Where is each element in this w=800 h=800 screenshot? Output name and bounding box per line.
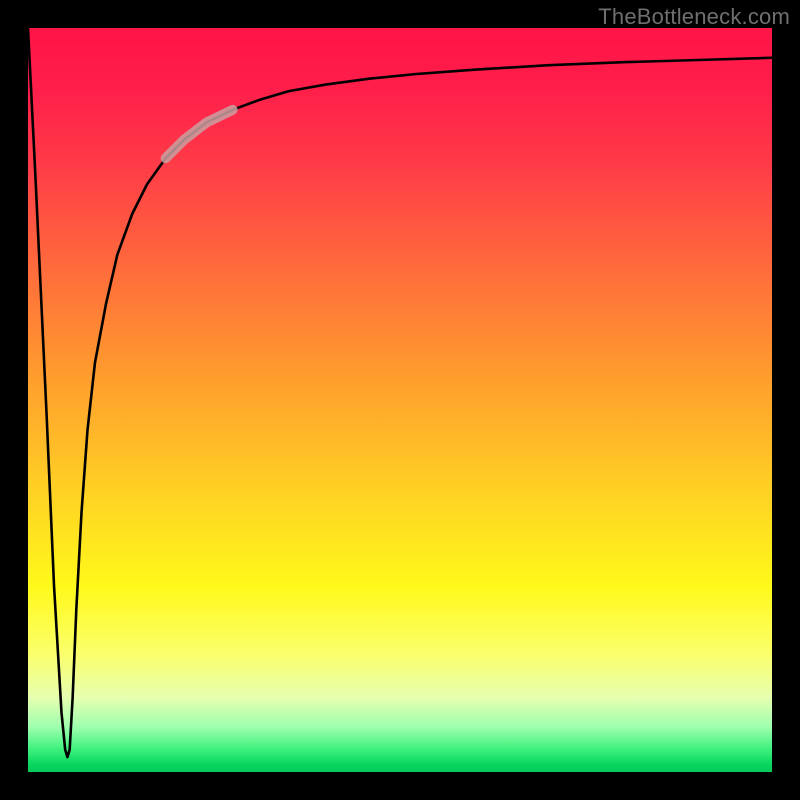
watermark-text: TheBottleneck.com xyxy=(598,4,790,30)
bottleneck-curve-path xyxy=(28,28,772,757)
chart-curve-svg xyxy=(28,28,772,772)
chart-frame: TheBottleneck.com xyxy=(0,0,800,800)
bottleneck-curve-highlight xyxy=(166,110,233,158)
plot-area xyxy=(28,28,772,772)
